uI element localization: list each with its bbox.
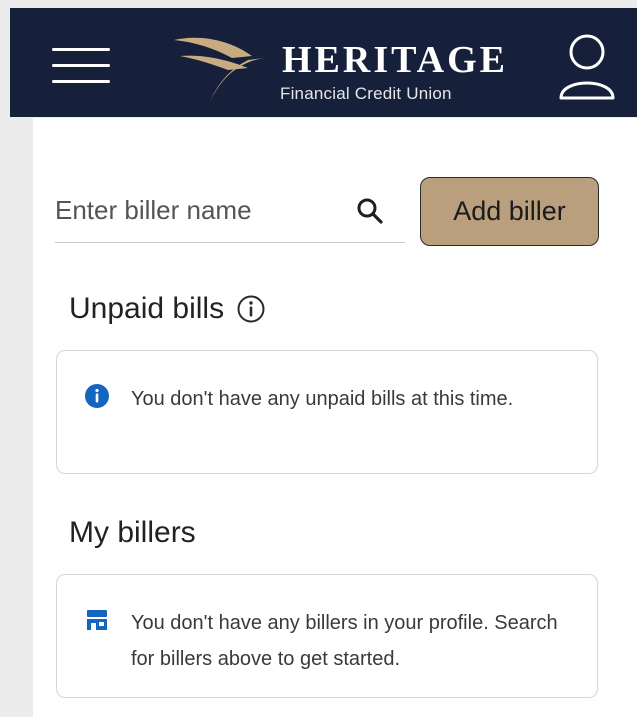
- unpaid-bills-title: Unpaid bills: [69, 292, 225, 325]
- brand-logo[interactable]: HERITAGE Financial Credit Union: [170, 26, 510, 106]
- store-icon: [87, 610, 107, 630]
- hamburger-menu-icon[interactable]: [52, 48, 110, 88]
- unpaid-bills-card: You don't have any unpaid bills at this …: [56, 350, 598, 474]
- brand-subtitle: Financial Credit Union: [280, 84, 452, 103]
- info-filled-icon: [85, 384, 109, 408]
- user-profile-icon[interactable]: [555, 30, 619, 104]
- my-billers-message: You don't have any billers in your profi…: [131, 612, 558, 670]
- my-billers-heading: My billers: [69, 516, 196, 550]
- app-header: HERITAGE Financial Credit Union: [10, 8, 637, 117]
- biller-search: [55, 180, 405, 243]
- unpaid-bills-message: You don't have any unpaid bills at this …: [131, 388, 514, 410]
- biller-search-input[interactable]: [55, 190, 345, 230]
- my-billers-title: My billers: [69, 516, 196, 549]
- brand-name: HERITAGE: [282, 39, 509, 81]
- unpaid-bills-heading: Unpaid bills: [69, 292, 266, 326]
- heritage-bird-logo-icon: [174, 37, 264, 102]
- my-billers-card: You don't have any billers in your profi…: [56, 574, 598, 698]
- add-biller-button[interactable]: Add biller: [420, 177, 599, 246]
- search-icon[interactable]: [355, 196, 385, 226]
- main-content: Add biller Unpaid bills You don't have a…: [33, 118, 637, 717]
- info-outline-icon[interactable]: [236, 294, 266, 324]
